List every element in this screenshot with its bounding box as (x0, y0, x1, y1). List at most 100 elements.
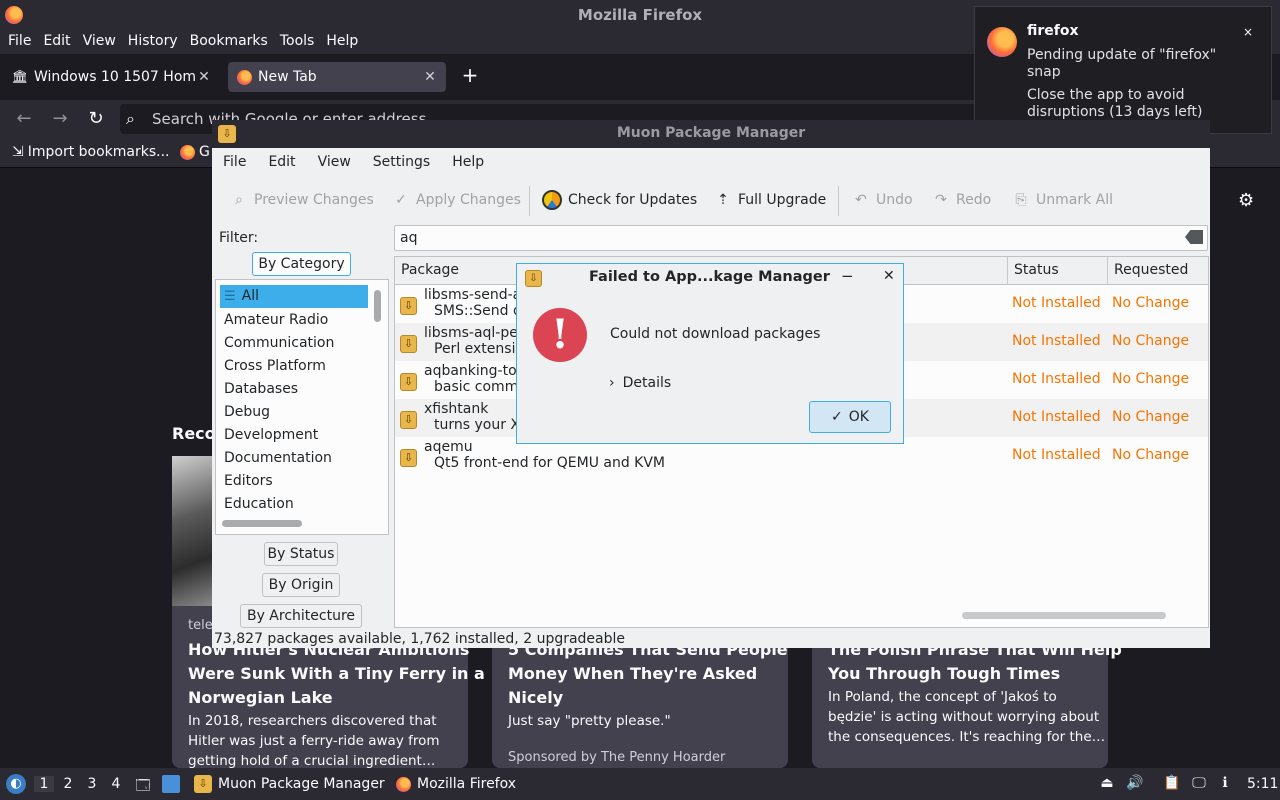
table-hscrollbar[interactable] (962, 612, 1166, 619)
desktop-switch-1[interactable]: 1 (34, 776, 54, 792)
category-item[interactable]: Debug (220, 401, 368, 424)
muon-app-icon: ⇩ (525, 270, 542, 287)
minimize-icon[interactable]: − (841, 267, 854, 285)
preview-changes-button[interactable]: ⌕ Preview Changes (230, 188, 374, 212)
by-status-button[interactable]: By Status (264, 542, 338, 566)
column-package[interactable]: Package (401, 262, 459, 278)
clipboard-icon[interactable]: 📋 (1163, 775, 1181, 793)
muon-menu-help[interactable]: Help (445, 148, 491, 178)
category-item[interactable]: Amateur Radio (220, 309, 368, 332)
details-toggle[interactable]: › Details (609, 375, 671, 391)
ff-menu-history[interactable]: History (122, 30, 184, 54)
taskbar-app-muon[interactable]: ⇩ Muon Package Manager (194, 772, 385, 796)
muon-menu-edit[interactable]: Edit (261, 148, 302, 178)
muon-menu-file[interactable]: File (216, 148, 253, 178)
ff-menu-file[interactable]: File (2, 30, 37, 54)
gear-icon[interactable]: ⚙ (1238, 190, 1254, 211)
category-item[interactable]: Cross Platform (220, 355, 368, 378)
category-item[interactable]: Development (220, 424, 368, 447)
close-icon[interactable]: × (1243, 25, 1253, 39)
ok-button[interactable]: ✓ OK (809, 401, 891, 433)
firefox-bookmark-icon (180, 144, 195, 160)
apply-changes-button[interactable]: ✓ Apply Changes (392, 188, 521, 212)
dialog-message: Could not download packages (610, 326, 821, 342)
close-tab-icon[interactable]: ✕ (196, 69, 212, 85)
ff-menu-edit[interactable]: Edit (37, 30, 76, 54)
magnifier-icon: ⌕ (235, 192, 243, 208)
scrollbar-thumb[interactable] (374, 290, 381, 322)
undo-button[interactable]: ↶ Undo (852, 188, 912, 212)
notification-icon[interactable]: ℹ (1216, 775, 1234, 793)
tab-new-tab[interactable]: New Tab ✕ (228, 62, 446, 92)
bookmark-label: Import bookmarks... (27, 144, 170, 160)
column-requested[interactable]: Requested (1114, 262, 1188, 278)
taskbar-app-firefox[interactable]: Mozilla Firefox (396, 772, 516, 796)
taskbar-app-label: Mozilla Firefox (417, 776, 517, 792)
filter-field[interactable] (394, 225, 1208, 251)
muon-menu-view[interactable]: View (311, 148, 358, 178)
error-dialog: ⇩ Failed to App...kage Manager − ✕ ! Cou… (516, 263, 904, 444)
category-item[interactable]: Education (220, 493, 368, 516)
clock[interactable]: 5:11 (1247, 776, 1278, 792)
show-desktop-icon[interactable] (162, 775, 180, 793)
ff-menu-bookmarks[interactable]: Bookmarks (184, 30, 274, 54)
chevron-right-icon: › (609, 375, 615, 391)
muon-menu-settings[interactable]: Settings (366, 148, 437, 178)
bookmark-getting-started[interactable]: G (180, 144, 210, 160)
taskbar: ◐ 1 2 3 4 🗔 ⇩ Muon Package Manager Mozil… (0, 768, 1280, 800)
package-requested: No Change (1112, 371, 1190, 387)
close-icon[interactable]: ✕ (883, 268, 895, 284)
column-separator (1107, 257, 1108, 285)
new-tab-plus-icon[interactable]: + (458, 63, 482, 87)
volume-icon[interactable]: 🔊 (1126, 775, 1144, 793)
ff-menu-view[interactable]: View (77, 30, 122, 54)
unmark-icon: ⎘ (1015, 192, 1027, 208)
bookmark-import[interactable]: ⇲ Import bookmarks... (12, 144, 170, 160)
tab-windows-10[interactable]: 🏛 Windows 10 1507 Home ✕ (4, 62, 220, 92)
file-manager-icon[interactable]: 🗔 (134, 775, 152, 794)
clear-text-icon[interactable] (1185, 230, 1203, 244)
desktop-switch-4[interactable]: 4 (106, 776, 126, 792)
full-upgrade-button[interactable]: ⇡ Full Upgrade (714, 188, 826, 212)
ok-label: OK (848, 409, 869, 425)
desktop-switch-3[interactable]: 3 (82, 776, 102, 792)
category-item[interactable]: Editors (220, 470, 368, 493)
ff-menu-tools[interactable]: Tools (274, 30, 321, 54)
ff-menu-help[interactable]: Help (320, 30, 364, 54)
desktop-switch-2[interactable]: 2 (58, 776, 78, 792)
unmark-all-button[interactable]: ⎘ Unmark All (1012, 188, 1113, 212)
search-icon: ⌕ (126, 109, 135, 128)
category-hscrollbar[interactable] (222, 520, 302, 527)
by-architecture-button[interactable]: By Architecture (240, 604, 362, 628)
package-icon: ⇩ (400, 411, 417, 429)
category-item[interactable]: Databases (220, 378, 368, 401)
network-icon[interactable]: 🖵 (1190, 775, 1208, 793)
category-item[interactable]: Communication (220, 332, 368, 355)
filter-input[interactable] (400, 229, 1160, 247)
reload-icon[interactable]: ↻ (86, 109, 106, 129)
story-excerpt: In 2018, researchers discovered that Hit… (188, 713, 440, 769)
start-menu-icon[interactable]: ◐ (6, 774, 26, 794)
category-scrollbar[interactable] (372, 284, 382, 512)
by-origin-button[interactable]: By Origin (262, 573, 340, 597)
column-status[interactable]: Status (1014, 262, 1059, 278)
forward-arrow-icon[interactable]: → (50, 109, 70, 129)
details-label: Details (622, 375, 672, 391)
check-for-updates-button[interactable]: Check for Updates (542, 188, 697, 212)
category-all[interactable]: ☰ All (220, 285, 368, 308)
bookmark-label: G (199, 144, 210, 160)
redo-button[interactable]: ↷ Redo (932, 188, 991, 212)
close-tab-icon[interactable]: ✕ (422, 69, 438, 85)
by-category-button[interactable]: By Category (252, 252, 351, 276)
story-excerpt: Just say "pretty please." (508, 713, 671, 729)
undo-icon: ↶ (855, 192, 867, 208)
snap-update-notification[interactable]: firefox × Pending update of "firefox" sn… (974, 6, 1272, 134)
eject-icon[interactable]: ⏏ (1098, 775, 1116, 793)
package-description: Qt5 front-end for QEMU and KVM (434, 455, 666, 471)
package-description: basic comma (434, 379, 527, 395)
back-arrow-icon[interactable]: ← (14, 109, 34, 129)
category-item[interactable]: Documentation (220, 447, 368, 470)
firefox-notification-icon (987, 27, 1017, 57)
column-separator (1007, 257, 1008, 285)
notification-app-name: firefox (1027, 23, 1079, 39)
